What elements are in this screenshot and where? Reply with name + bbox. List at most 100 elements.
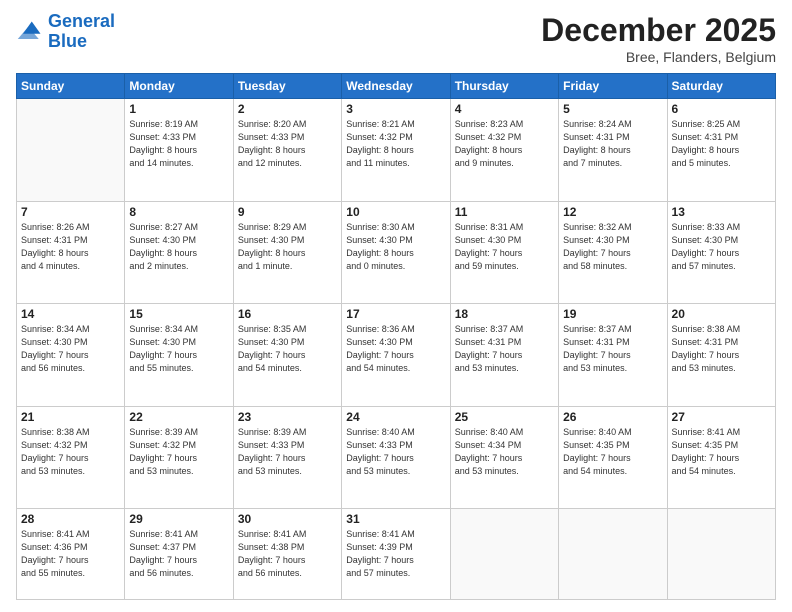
calendar-cell: 27 Sunrise: 8:41 AM Sunset: 4:35 PM Dayli… [667, 406, 775, 509]
day-info: Sunrise: 8:30 AM Sunset: 4:30 PM Dayligh… [346, 221, 445, 273]
calendar-cell: 26Sunrise: 8:40 AM Sunset: 4:35 PM Dayli… [559, 406, 667, 509]
day-info: Sunrise: 8:41 AM Sunset: 4:38 PM Dayligh… [238, 528, 337, 580]
calendar-cell: 3Sunrise: 8:21 AM Sunset: 4:32 PM Daylig… [342, 99, 450, 202]
day-number: 18 [455, 307, 554, 321]
day-number: 28 [21, 512, 120, 526]
calendar-cell [17, 99, 125, 202]
day-number: 24 [346, 410, 445, 424]
calendar-cell: 14 Sunrise: 8:34 AM Sunset: 4:30 PM Dayli… [17, 304, 125, 407]
calendar-cell: 16 Sunrise: 8:35 AM Sunset: 4:30 PM Dayli… [233, 304, 341, 407]
calendar-cell: 25 Sunrise: 8:40 AM Sunset: 4:34 PM Dayli… [450, 406, 558, 509]
calendar-table: SundayMondayTuesdayWednesdayThursdayFrid… [16, 73, 776, 600]
day-number: 2 [238, 102, 337, 116]
day-info: Sunrise: 8:40 AM Sunset: 4:34 PM Dayligh… [455, 426, 554, 478]
weekday-header-monday: Monday [125, 74, 233, 99]
calendar-cell: 4 Sunrise: 8:23 AM Sunset: 4:32 PM Daylig… [450, 99, 558, 202]
day-number: 26 [563, 410, 662, 424]
calendar-cell: 12Sunrise: 8:32 AM Sunset: 4:30 PM Dayli… [559, 201, 667, 304]
day-info: Sunrise: 8:20 AM Sunset: 4:33 PM Dayligh… [238, 118, 337, 170]
calendar-cell: 31 Sunrise: 8:41 AM Sunset: 4:39 PM Dayli… [342, 509, 450, 600]
day-info: Sunrise: 8:21 AM Sunset: 4:32 PM Dayligh… [346, 118, 445, 170]
calendar-week-1: 7 Sunrise: 8:26 AM Sunset: 4:31 PM Daylig… [17, 201, 776, 304]
day-info: Sunrise: 8:29 AM Sunset: 4:30 PM Dayligh… [238, 221, 337, 273]
day-info: Sunrise: 8:36 AM Sunset: 4:30 PM Dayligh… [346, 323, 445, 375]
day-info: Sunrise: 8:41 AM Sunset: 4:39 PM Dayligh… [346, 528, 445, 580]
calendar-cell [559, 509, 667, 600]
calendar-cell: 28 Sunrise: 8:41 AM Sunset: 4:36 PM Dayli… [17, 509, 125, 600]
day-number: 25 [455, 410, 554, 424]
day-info: Sunrise: 8:25 AM Sunset: 4:31 PM Dayligh… [672, 118, 771, 170]
day-info: Sunrise: 8:41 AM Sunset: 4:36 PM Dayligh… [21, 528, 120, 580]
day-info: Sunrise: 8:23 AM Sunset: 4:32 PM Dayligh… [455, 118, 554, 170]
calendar-cell: 5 Sunrise: 8:24 AM Sunset: 4:31 PM Daylig… [559, 99, 667, 202]
day-info: Sunrise: 8:32 AM Sunset: 4:30 PM Dayligh… [563, 221, 662, 273]
weekday-header-saturday: Saturday [667, 74, 775, 99]
day-info: Sunrise: 8:34 AM Sunset: 4:30 PM Dayligh… [21, 323, 120, 375]
logo-icon [16, 18, 44, 46]
day-info: Sunrise: 8:34 AM Sunset: 4:30 PM Dayligh… [129, 323, 228, 375]
day-number: 7 [21, 205, 120, 219]
calendar-cell: 19Sunrise: 8:37 AM Sunset: 4:31 PM Dayli… [559, 304, 667, 407]
calendar-cell: 8 Sunrise: 8:27 AM Sunset: 4:30 PM Daylig… [125, 201, 233, 304]
day-number: 5 [563, 102, 662, 116]
calendar-cell: 10Sunrise: 8:30 AM Sunset: 4:30 PM Dayli… [342, 201, 450, 304]
day-number: 8 [129, 205, 228, 219]
calendar-cell [667, 509, 775, 600]
day-info: Sunrise: 8:31 AM Sunset: 4:30 PM Dayligh… [455, 221, 554, 273]
day-number: 27 [672, 410, 771, 424]
weekday-header-friday: Friday [559, 74, 667, 99]
day-info: Sunrise: 8:38 AM Sunset: 4:32 PM Dayligh… [21, 426, 120, 478]
day-number: 14 [21, 307, 120, 321]
calendar-cell: 11 Sunrise: 8:31 AM Sunset: 4:30 PM Dayli… [450, 201, 558, 304]
calendar-week-4: 28 Sunrise: 8:41 AM Sunset: 4:36 PM Dayli… [17, 509, 776, 600]
day-number: 19 [563, 307, 662, 321]
calendar-cell: 21Sunrise: 8:38 AM Sunset: 4:32 PM Dayli… [17, 406, 125, 509]
calendar-cell: 30 Sunrise: 8:41 AM Sunset: 4:38 PM Dayli… [233, 509, 341, 600]
page: General Blue December 2025 Bree, Flander… [0, 0, 792, 612]
weekday-header-tuesday: Tuesday [233, 74, 341, 99]
day-number: 22 [129, 410, 228, 424]
logo: General Blue [16, 12, 115, 52]
calendar-cell: 22Sunrise: 8:39 AM Sunset: 4:32 PM Dayli… [125, 406, 233, 509]
day-info: Sunrise: 8:27 AM Sunset: 4:30 PM Dayligh… [129, 221, 228, 273]
day-number: 20 [672, 307, 771, 321]
calendar-cell: 20Sunrise: 8:38 AM Sunset: 4:31 PM Dayli… [667, 304, 775, 407]
month-title: December 2025 [541, 12, 776, 49]
day-info: Sunrise: 8:37 AM Sunset: 4:31 PM Dayligh… [455, 323, 554, 375]
calendar-cell: 18 Sunrise: 8:37 AM Sunset: 4:31 PM Dayli… [450, 304, 558, 407]
calendar-cell: 13 Sunrise: 8:33 AM Sunset: 4:30 PM Dayli… [667, 201, 775, 304]
day-number: 6 [672, 102, 771, 116]
day-info: Sunrise: 8:41 AM Sunset: 4:35 PM Dayligh… [672, 426, 771, 478]
day-number: 9 [238, 205, 337, 219]
header: General Blue December 2025 Bree, Flander… [16, 12, 776, 65]
day-info: Sunrise: 8:24 AM Sunset: 4:31 PM Dayligh… [563, 118, 662, 170]
title-block: December 2025 Bree, Flanders, Belgium [541, 12, 776, 65]
day-number: 15 [129, 307, 228, 321]
calendar-cell: 29Sunrise: 8:41 AM Sunset: 4:37 PM Dayli… [125, 509, 233, 600]
day-number: 4 [455, 102, 554, 116]
day-info: Sunrise: 8:26 AM Sunset: 4:31 PM Dayligh… [21, 221, 120, 273]
weekday-header-sunday: Sunday [17, 74, 125, 99]
day-number: 16 [238, 307, 337, 321]
day-info: Sunrise: 8:19 AM Sunset: 4:33 PM Dayligh… [129, 118, 228, 170]
day-number: 11 [455, 205, 554, 219]
calendar-cell: 17 Sunrise: 8:36 AM Sunset: 4:30 PM Dayli… [342, 304, 450, 407]
calendar-cell: 24 Sunrise: 8:40 AM Sunset: 4:33 PM Dayli… [342, 406, 450, 509]
weekday-header-wednesday: Wednesday [342, 74, 450, 99]
calendar-week-2: 14 Sunrise: 8:34 AM Sunset: 4:30 PM Dayli… [17, 304, 776, 407]
day-info: Sunrise: 8:41 AM Sunset: 4:37 PM Dayligh… [129, 528, 228, 580]
day-info: Sunrise: 8:40 AM Sunset: 4:33 PM Dayligh… [346, 426, 445, 478]
day-number: 1 [129, 102, 228, 116]
day-number: 23 [238, 410, 337, 424]
calendar-cell: 1 Sunrise: 8:19 AM Sunset: 4:33 PM Daylig… [125, 99, 233, 202]
day-number: 17 [346, 307, 445, 321]
day-number: 31 [346, 512, 445, 526]
day-info: Sunrise: 8:39 AM Sunset: 4:33 PM Dayligh… [238, 426, 337, 478]
day-number: 30 [238, 512, 337, 526]
day-info: Sunrise: 8:33 AM Sunset: 4:30 PM Dayligh… [672, 221, 771, 273]
day-number: 13 [672, 205, 771, 219]
location: Bree, Flanders, Belgium [541, 49, 776, 65]
calendar-cell: 9 Sunrise: 8:29 AM Sunset: 4:30 PM Daylig… [233, 201, 341, 304]
day-info: Sunrise: 8:35 AM Sunset: 4:30 PM Dayligh… [238, 323, 337, 375]
calendar-cell: 6 Sunrise: 8:25 AM Sunset: 4:31 PM Daylig… [667, 99, 775, 202]
